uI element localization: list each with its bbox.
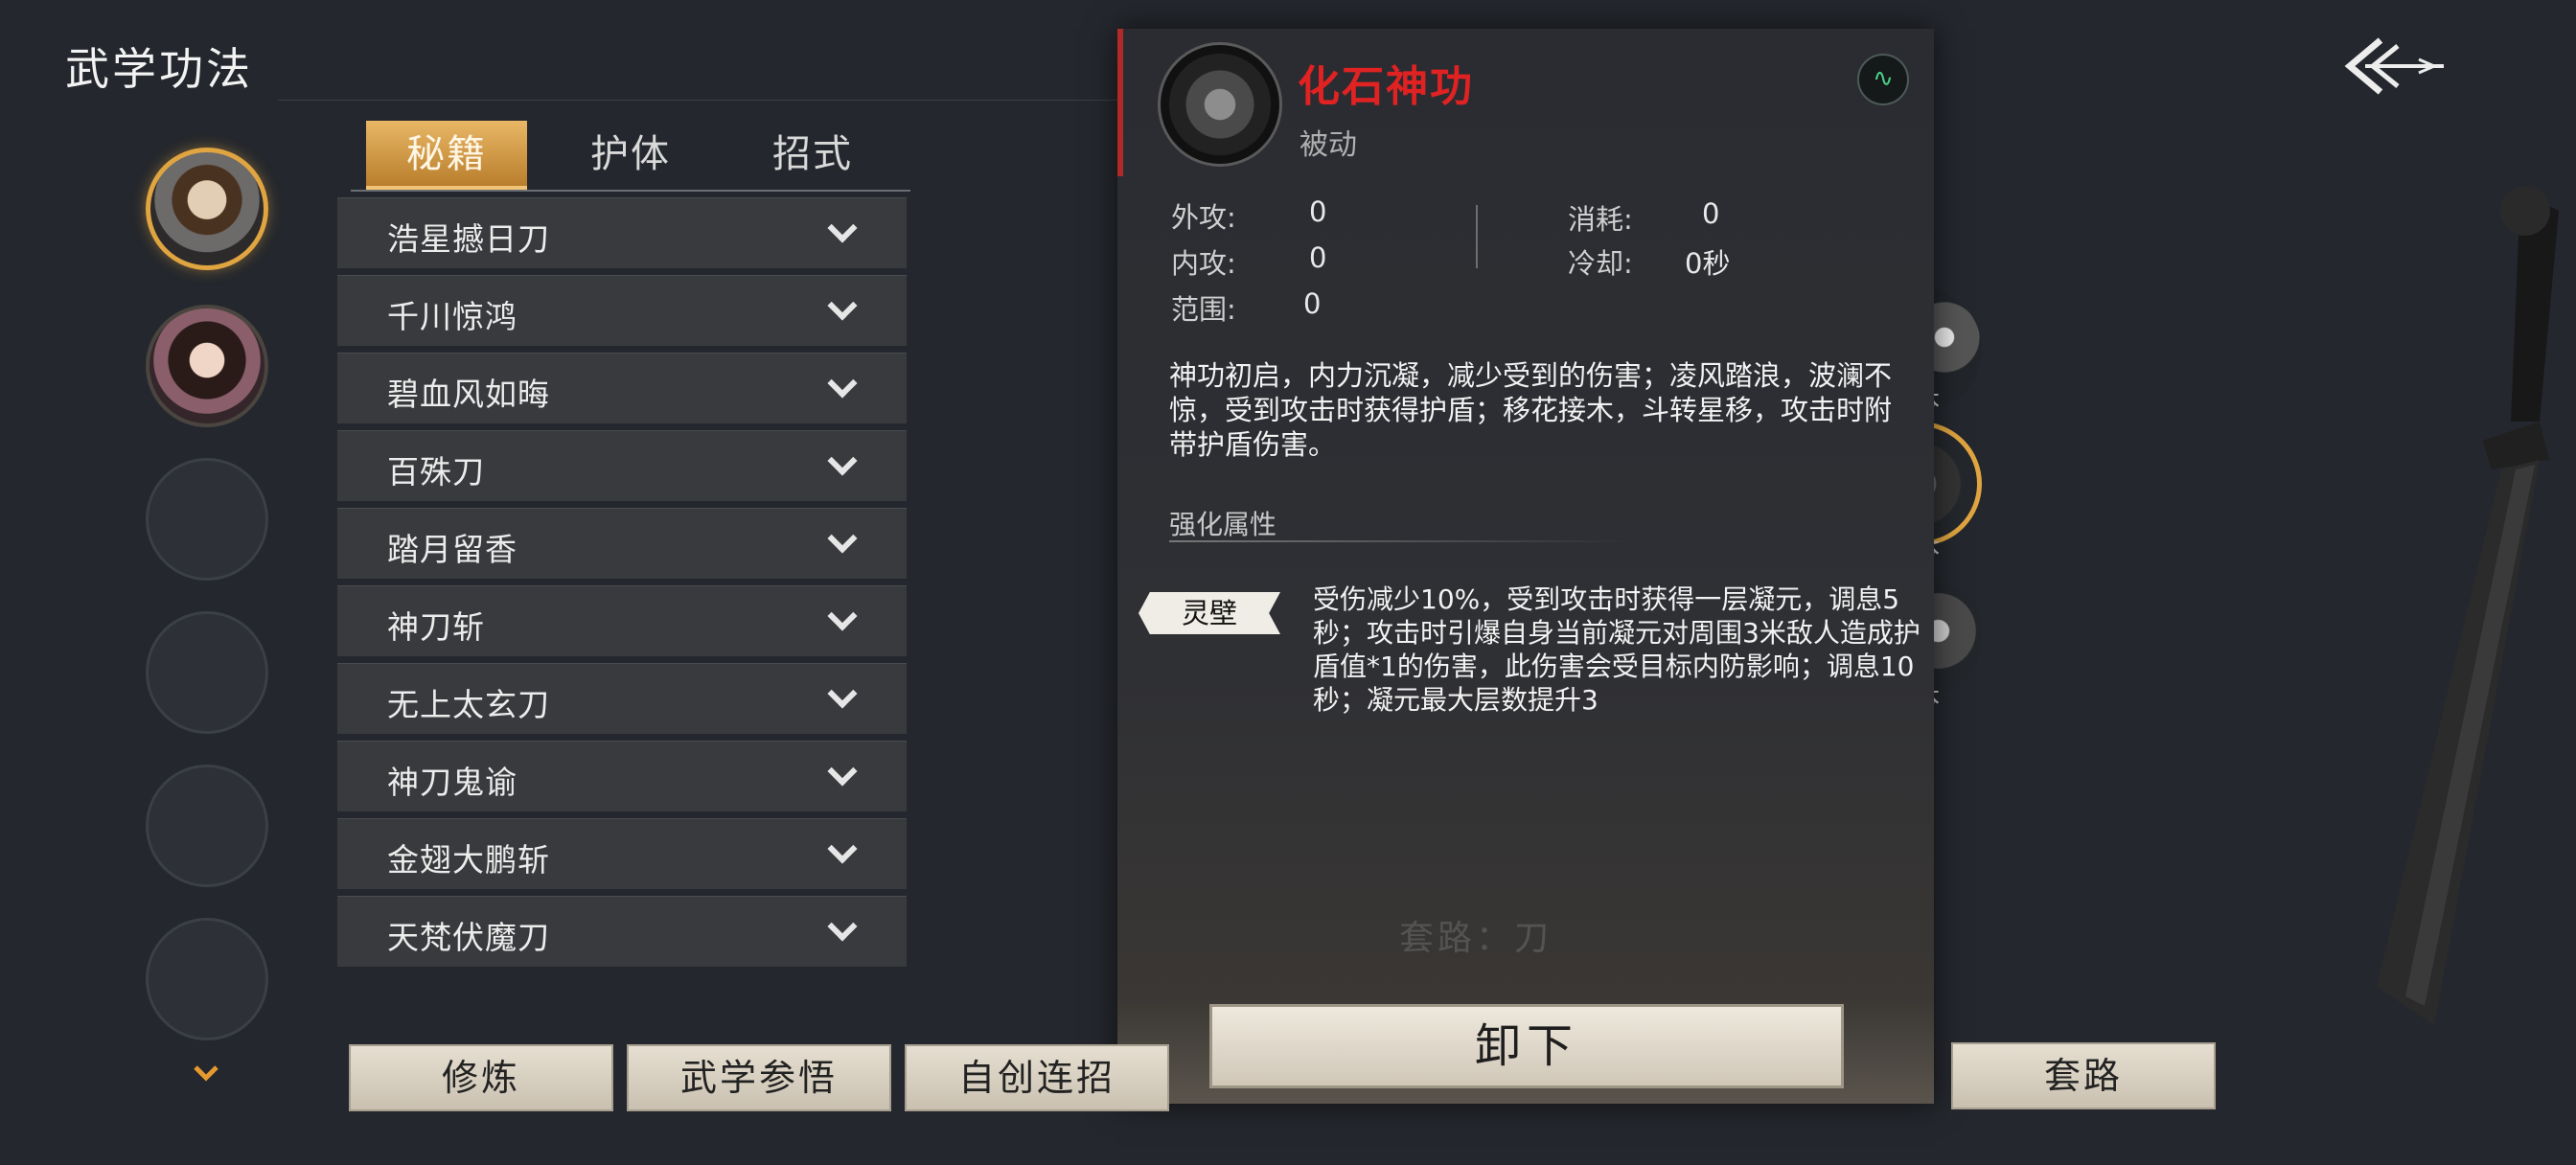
character-avatar-1[interactable]	[146, 148, 268, 270]
list-item[interactable]: 踏月留香	[337, 508, 907, 579]
empty-avatar-slot[interactable]	[146, 765, 268, 887]
list-item-label: 千川惊鸿	[387, 298, 518, 335]
range-value: 0	[1303, 287, 1322, 320]
skill-portrait-icon	[1158, 42, 1282, 167]
unload-button[interactable]: 卸下	[1209, 1004, 1844, 1088]
list-item[interactable]: 千川惊鸿	[337, 275, 907, 346]
sword-illustration	[2377, 186, 2559, 1025]
list-item-label: 神刀鬼谕	[387, 764, 518, 801]
list-item-label: 浩星撼日刀	[387, 220, 550, 258]
cooldown-label: 冷却:	[1568, 247, 1633, 280]
page-title: 武学功法	[65, 43, 253, 95]
route-watermark: 套路：刀	[1399, 919, 1553, 958]
list-item-label: 无上太玄刀	[387, 686, 550, 723]
back-arrow-icon[interactable]	[2342, 33, 2448, 100]
skill-list: 浩星撼日刀 千川惊鸿 碧血风如晦 百殊刀 踏月留香 神刀斩 无上太玄刀 神刀鬼谕…	[337, 197, 907, 973]
header-divider	[278, 100, 1121, 101]
chevron-down-icon[interactable]	[827, 445, 858, 476]
list-item[interactable]: 神刀鬼谕	[337, 741, 907, 811]
stat-divider	[1476, 205, 1478, 268]
list-item-label: 金翅大鹏斩	[387, 841, 550, 879]
tab-secret-books[interactable]: 秘籍	[366, 121, 527, 190]
character-avatar-2[interactable]	[146, 305, 268, 427]
outer-attack-value: 0	[1309, 195, 1327, 228]
range-label: 范围:	[1171, 293, 1236, 326]
list-item[interactable]: 百殊刀	[337, 430, 907, 501]
enhance-section-title: 强化属性	[1169, 509, 1277, 540]
tab-underline	[351, 190, 910, 192]
inner-attack-label: 内攻:	[1171, 247, 1236, 280]
chevron-down-icon[interactable]	[827, 911, 858, 942]
empty-avatar-slot[interactable]	[146, 611, 268, 734]
skill-name: 化石神功	[1298, 62, 1474, 111]
list-item-label: 百殊刀	[387, 453, 485, 491]
chevron-down-icon[interactable]	[827, 601, 858, 631]
route-button[interactable]: 套路	[1951, 1042, 2216, 1109]
chevron-down-icon[interactable]	[192, 1062, 220, 1085]
list-item-label: 神刀斩	[387, 608, 485, 646]
cooldown-value: 0秒	[1685, 247, 1731, 280]
chevron-down-icon[interactable]	[827, 678, 858, 709]
inner-attack-value: 0	[1309, 241, 1327, 274]
chevron-down-icon[interactable]	[827, 834, 858, 864]
list-item[interactable]: 无上太玄刀	[337, 663, 907, 734]
enhance-tag: 灵壁	[1138, 592, 1280, 634]
comprehend-button[interactable]: 武学参悟	[627, 1044, 891, 1111]
section-divider	[1169, 540, 1629, 542]
list-item-label: 踏月留香	[387, 531, 518, 568]
skill-description: 神功初启，内力沉凝，减少受到的伤害；凌风踏浪，波澜不惊，受到攻击时获得护盾；移花…	[1169, 359, 1893, 461]
outer-attack-label: 外攻:	[1171, 201, 1236, 234]
tab-moves[interactable]: 招式	[732, 121, 893, 190]
cost-value: 0	[1702, 197, 1720, 230]
list-item[interactable]: 浩星撼日刀	[337, 197, 907, 268]
list-item[interactable]: 天梵伏魔刀	[337, 896, 907, 967]
list-item-label: 天梵伏魔刀	[387, 919, 550, 956]
cultivate-button[interactable]: 修炼	[349, 1044, 613, 1111]
skill-type: 被动	[1300, 128, 1357, 162]
swap-icon[interactable]: ∿	[1857, 54, 1909, 105]
list-item[interactable]: 金翅大鹏斩	[337, 818, 907, 889]
accent-bar	[1117, 29, 1123, 176]
chevron-down-icon[interactable]	[827, 523, 858, 554]
list-item[interactable]: 神刀斩	[337, 585, 907, 656]
tab-body-guard[interactable]: 护体	[550, 121, 711, 190]
enhance-description: 受伤减少10%，受到攻击时获得一层凝元，调息5秒；攻击时引爆自身当前凝元对周围3…	[1313, 583, 1920, 716]
chevron-down-icon[interactable]	[827, 756, 858, 787]
chevron-down-icon[interactable]	[827, 368, 858, 399]
custom-combo-button[interactable]: 自创连招	[905, 1044, 1169, 1111]
list-item[interactable]: 碧血风如晦	[337, 353, 907, 423]
list-item-label: 碧血风如晦	[387, 376, 550, 413]
chevron-down-icon[interactable]	[827, 213, 858, 243]
chevron-down-icon[interactable]	[827, 290, 858, 321]
empty-avatar-slot[interactable]	[146, 918, 268, 1040]
cost-label: 消耗:	[1568, 203, 1633, 236]
empty-avatar-slot[interactable]	[146, 458, 268, 581]
